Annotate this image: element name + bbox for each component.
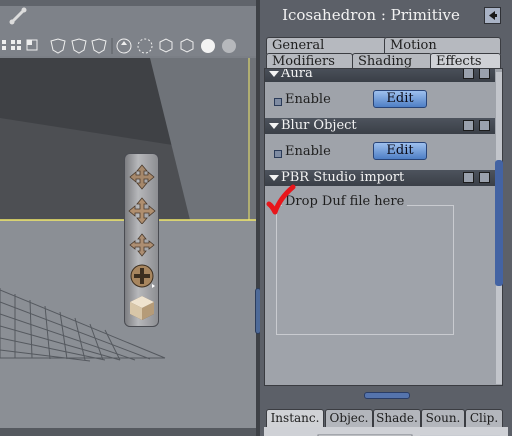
expand-triangle-icon[interactable]	[269, 175, 279, 181]
blur-enable-label: Enable	[285, 144, 331, 159]
resize-grip-handle[interactable]	[364, 392, 410, 399]
expand-triangle-icon[interactable]	[269, 71, 279, 77]
scrollbar-thumb[interactable]	[495, 160, 503, 286]
load-preset-icon[interactable]	[479, 120, 490, 131]
section-header-pbr-studio-import[interactable]: PBR Studio import	[265, 170, 495, 186]
viewport-top-strip	[0, 0, 256, 6]
aura-enable-checkbox[interactable]	[274, 98, 282, 106]
properties-panel: Icosahedron : Primitive General Motion M…	[260, 0, 512, 436]
load-preset-icon[interactable]	[479, 172, 490, 183]
drop-zone-label: Drop Duf file here	[282, 194, 408, 209]
arrow-left-icon	[489, 11, 497, 20]
save-preset-icon[interactable]	[463, 120, 474, 131]
bone-tool-icon[interactable]	[8, 6, 28, 26]
save-preset-icon[interactable]	[463, 69, 474, 79]
tab-sounds[interactable]: Soun.	[421, 409, 465, 427]
viewport-icon-bar	[0, 36, 256, 56]
tab-general[interactable]: General	[266, 37, 387, 54]
tab-instances[interactable]: Instanc.	[266, 409, 324, 427]
zoom-camera-control[interactable]	[128, 230, 156, 258]
viewport-bottom-bar	[0, 428, 256, 436]
bottom-tab-content	[264, 427, 508, 436]
save-preset-icon[interactable]	[463, 172, 474, 183]
camera-navigation-controls	[124, 153, 159, 327]
3d-viewport[interactable]	[0, 0, 256, 436]
section-header-blur-object[interactable]: Blur Object	[265, 118, 495, 134]
dolly-camera-control[interactable]	[128, 262, 156, 290]
move-camera-control[interactable]	[128, 196, 156, 225]
viewport-toolbar	[0, 0, 256, 36]
aura-enable-label: Enable	[285, 92, 331, 107]
section-title: PBR Studio import	[281, 170, 405, 185]
tab-shaders[interactable]: Shade.	[373, 409, 421, 427]
tab-motion[interactable]: Motion	[384, 37, 501, 54]
section-header-aura[interactable]: Aura	[265, 68, 495, 82]
aura-edit-button[interactable]: Edit	[373, 90, 427, 108]
tab-objects[interactable]: Objec.	[325, 409, 373, 427]
panel-title: Icosahedron : Primitive	[282, 6, 460, 24]
collapse-panel-button[interactable]	[484, 7, 501, 24]
checkmark-icon	[266, 184, 296, 215]
tab-clips[interactable]: Clip.	[465, 409, 503, 427]
section-title: Blur Object	[281, 118, 357, 133]
rotate-camera-control[interactable]	[128, 162, 156, 190]
blur-enable-checkbox[interactable]	[274, 150, 282, 158]
duf-drop-zone[interactable]	[276, 205, 454, 335]
section-title: Aura	[281, 68, 313, 81]
expand-triangle-icon[interactable]	[269, 123, 279, 129]
load-preset-icon[interactable]	[479, 69, 490, 79]
blur-edit-button[interactable]: Edit	[373, 142, 427, 160]
camera-view-cube-icon[interactable]	[128, 294, 156, 322]
effects-list: Aura Enable Edit Blur Object Enable Edit…	[264, 68, 503, 386]
